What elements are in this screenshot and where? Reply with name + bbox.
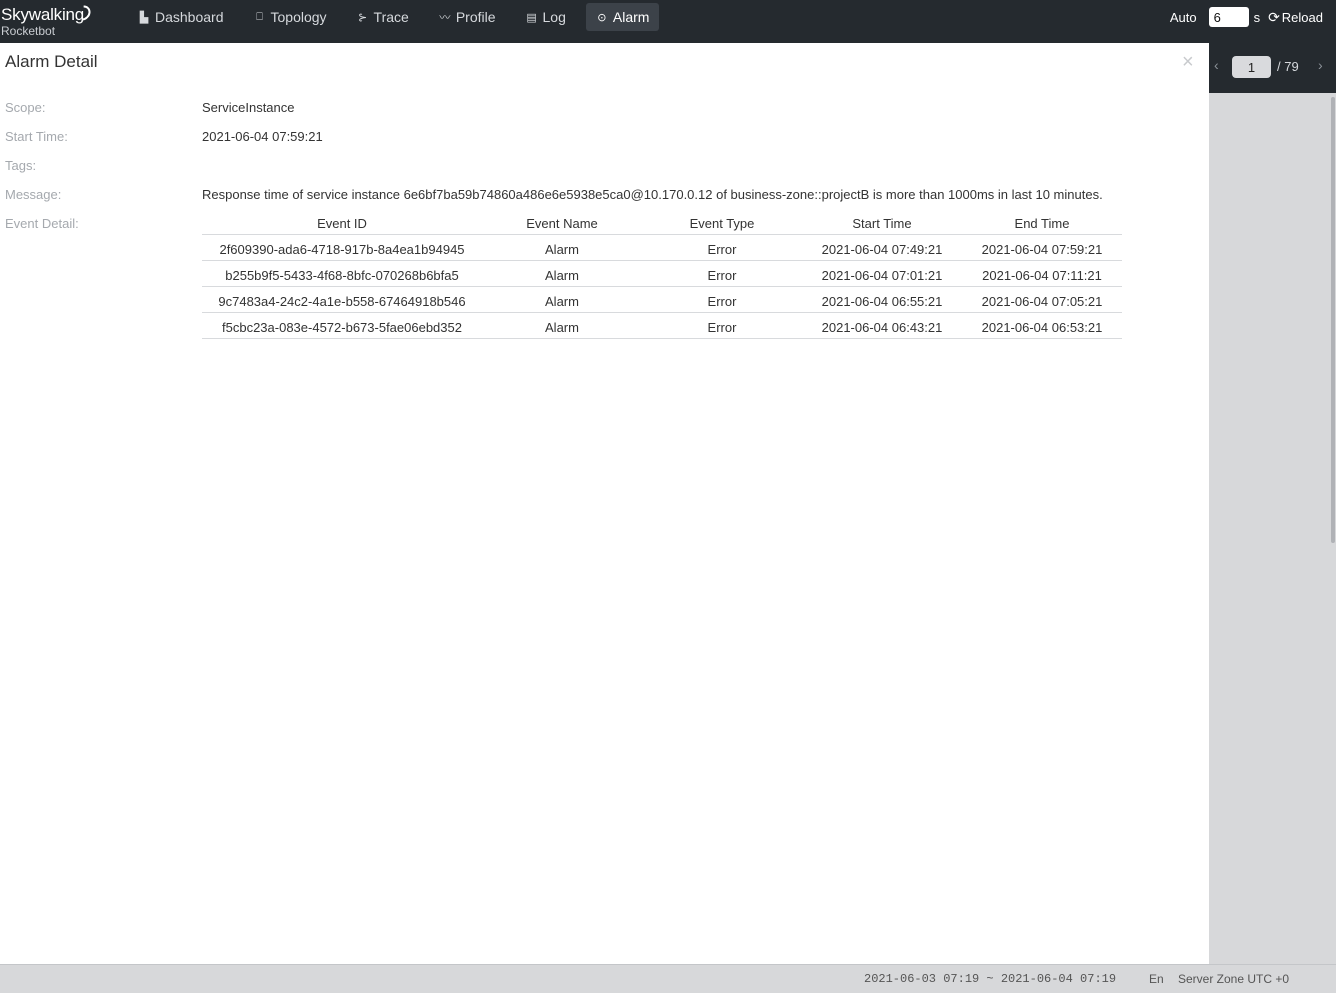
header-event-name: Event Name <box>482 214 642 235</box>
profile-icon: 〰 <box>439 12 451 24</box>
event-id-cell: 9c7483a4-24c2-4a1e-b558-67464918b546 <box>202 286 482 313</box>
table-row: b255b9f5-5433-4f68-8bfc-070268b6bfa5 Ala… <box>202 260 1122 287</box>
table-row: 9c7483a4-24c2-4a1e-b558-67464918b546 Ala… <box>202 286 1122 313</box>
time-range[interactable]: 2021-06-03 07:19 ~ 2021-06-04 07:19 <box>864 972 1116 986</box>
nav-item-label: Topology <box>270 9 327 25</box>
nav-item-dashboard[interactable]: ▙ Dashboard <box>128 3 234 31</box>
auto-refresh-controls: Auto s ⟳ Reload <box>1170 6 1336 28</box>
event-start-cell: 2021-06-04 07:49:21 <box>802 234 962 261</box>
message-value: Response time of service instance 6e6bf7… <box>202 187 1103 202</box>
topology-icon: ⎕ <box>256 10 263 23</box>
page-number-input[interactable] <box>1232 56 1271 78</box>
server-zone: Server Zone UTC +0 <box>1178 972 1290 986</box>
event-end-cell: 2021-06-04 07:59:21 <box>962 234 1122 261</box>
event-detail-table: Event ID Event Name Event Type Start Tim… <box>202 214 1122 339</box>
logo-text: Skywalking <box>1 5 85 24</box>
nav-item-trace[interactable]: ⊱ Trace <box>347 3 419 31</box>
event-name-cell: Alarm <box>482 234 642 261</box>
logo-subtitle: Rocketbot <box>1 24 56 38</box>
auto-refresh-unit: s <box>1253 9 1261 25</box>
event-name-cell: Alarm <box>482 286 642 313</box>
event-end-cell: 2021-06-04 07:05:21 <box>962 286 1122 313</box>
nav-item-label: Dashboard <box>155 9 224 25</box>
reload-button[interactable]: ⟳ Reload <box>1268 9 1323 26</box>
reload-icon: ⟳ <box>1268 8 1280 25</box>
chevron-right-icon[interactable]: › <box>1318 57 1323 73</box>
event-name-cell: Alarm <box>482 312 642 339</box>
alarm-detail-panel: Alarm Detail × Scope: ServiceInstance St… <box>0 43 1209 964</box>
event-type-cell: Error <box>642 286 802 313</box>
alarm-pager: ‹ / 79 › <box>1209 43 1336 93</box>
event-type-cell: Error <box>642 312 802 339</box>
event-type-cell: Error <box>642 260 802 287</box>
event-id-cell: f5cbc23a-083e-4572-b673-5fae06ebd352 <box>202 312 482 339</box>
nav-item-log[interactable]: ▤ Log <box>516 3 576 31</box>
table-row: f5cbc23a-083e-4572-b673-5fae06ebd352 Ala… <box>202 312 1122 339</box>
auto-refresh-interval-input[interactable] <box>1208 7 1249 27</box>
close-icon[interactable]: × <box>1182 51 1194 74</box>
scope-value: ServiceInstance <box>202 100 295 115</box>
table-row: 2f609390-ada6-4718-917b-8a4ea1b94945 Ala… <box>202 234 1122 261</box>
tags-label: Tags: <box>5 158 37 173</box>
page-total: / 79 <box>1277 59 1299 74</box>
event-start-cell: 2021-06-04 06:55:21 <box>802 286 962 313</box>
trace-icon: ⊱ <box>357 11 368 24</box>
top-navbar: Skywalking Rocketbot ▙ Dashboard ⎕ Topology… <box>0 0 1336 43</box>
nav-item-alarm[interactable]: ⊙ Alarm <box>585 3 660 31</box>
auto-refresh-label[interactable]: Auto <box>1170 10 1197 25</box>
reload-label: Reload <box>1281 9 1323 25</box>
chevron-left-icon[interactable]: ‹ <box>1214 57 1219 73</box>
message-label: Message: <box>5 187 62 202</box>
event-start-cell: 2021-06-04 07:01:21 <box>802 260 962 287</box>
skywalking-logo[interactable]: Skywalking Rocketbot <box>0 2 110 39</box>
event-id-cell: b255b9f5-5433-4f68-8bfc-070268b6bfa5 <box>202 260 482 287</box>
event-detail-label: Event Detail: <box>5 216 79 231</box>
header-end-time: End Time <box>962 214 1122 235</box>
nav-item-label: Alarm <box>612 9 650 25</box>
scope-label: Scope: <box>5 100 46 115</box>
nav-item-label: Trace <box>373 9 409 25</box>
start-time-value: 2021-06-04 07:59:21 <box>202 129 323 144</box>
nav-item-topology[interactable]: ⎕ Topology <box>244 3 337 31</box>
footer-bar: 2021-06-03 07:19 ~ 2021-06-04 07:19 En S… <box>0 964 1336 993</box>
event-end-cell: 2021-06-04 07:11:21 <box>962 260 1122 287</box>
nav-item-label: Profile <box>455 9 496 25</box>
start-time-label: Start Time: <box>5 129 68 144</box>
log-icon: ▤ <box>526 11 537 24</box>
event-id-cell: 2f609390-ada6-4718-917b-8a4ea1b94945 <box>202 234 482 261</box>
header-event-id: Event ID <box>202 214 482 235</box>
language-toggle[interactable]: En <box>1149 972 1164 986</box>
event-type-cell: Error <box>642 234 802 261</box>
header-start-time: Start Time <box>802 214 962 235</box>
main-nav: ▙ Dashboard ⎕ Topology ⊱ Trace 〰 Profile ▤ Log ⊙ Al… <box>128 3 669 31</box>
header-event-type: Event Type <box>642 214 802 235</box>
scrollbar-thumb[interactable] <box>1331 97 1335 543</box>
event-start-cell: 2021-06-04 06:43:21 <box>802 312 962 339</box>
event-name-cell: Alarm <box>482 260 642 287</box>
panel-title: Alarm Detail <box>5 52 98 71</box>
alarm-icon: ⊙ <box>597 11 607 24</box>
table-header-row: Event ID Event Name Event Type Start Tim… <box>202 214 1122 235</box>
chart-bar-icon: ▙ <box>139 11 149 24</box>
event-end-cell: 2021-06-04 06:53:21 <box>962 312 1122 339</box>
nav-item-profile[interactable]: 〰 Profile <box>429 3 506 31</box>
nav-item-label: Log <box>542 9 566 25</box>
